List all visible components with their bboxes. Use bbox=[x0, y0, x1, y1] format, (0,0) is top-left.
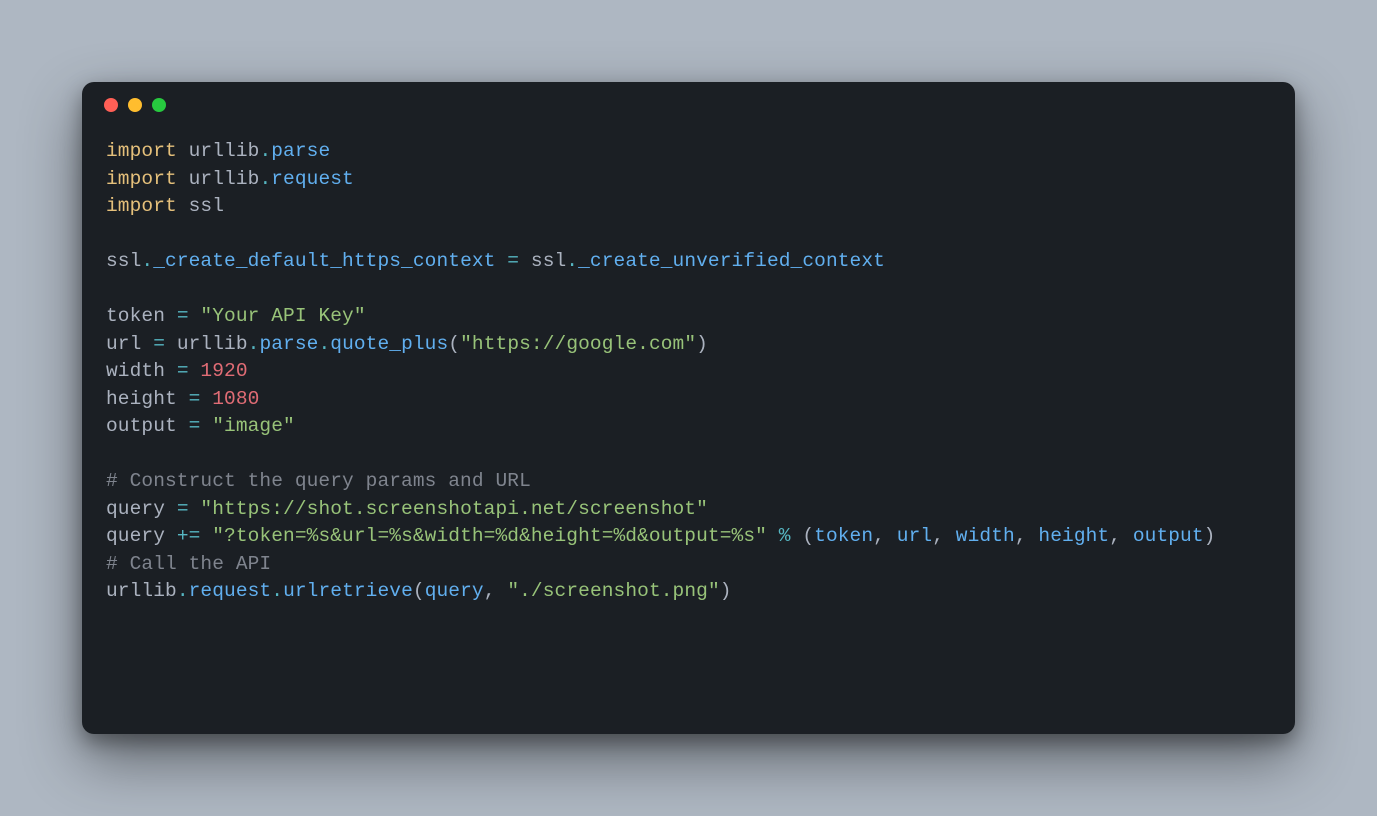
str-google-url: "https://google.com" bbox=[460, 333, 696, 355]
equals: = bbox=[165, 498, 200, 520]
id-query: query bbox=[106, 525, 165, 547]
dot: . bbox=[271, 580, 283, 602]
dot: . bbox=[259, 168, 271, 190]
num-1920: 1920 bbox=[200, 360, 247, 382]
module-ssl: ssl bbox=[189, 195, 224, 217]
plus-equals: += bbox=[165, 525, 212, 547]
code-line: query += "?token=%s&url=%s&width=%d&heig… bbox=[106, 525, 1215, 547]
code-line: import urllib.parse bbox=[106, 140, 330, 162]
code-line: import ssl bbox=[106, 195, 224, 217]
id-urllib: urllib bbox=[106, 580, 177, 602]
code-window: import urllib.parse import urllib.reques… bbox=[82, 82, 1295, 734]
rparen: ) bbox=[696, 333, 708, 355]
attr-request: request bbox=[189, 580, 272, 602]
str-image: "image" bbox=[212, 415, 295, 437]
keyword-import: import bbox=[106, 140, 177, 162]
dot: . bbox=[177, 580, 189, 602]
comma: , bbox=[484, 580, 508, 602]
code-line: height = 1080 bbox=[106, 388, 259, 410]
dot: . bbox=[248, 333, 260, 355]
rparen: ) bbox=[1204, 525, 1216, 547]
dot: . bbox=[566, 250, 578, 272]
equals: = bbox=[141, 333, 176, 355]
attr-create-default-https-context: _create_default_https_context bbox=[153, 250, 495, 272]
space bbox=[177, 168, 189, 190]
equals: = bbox=[165, 305, 200, 327]
comma: , bbox=[873, 525, 897, 547]
id-height: height bbox=[1038, 525, 1109, 547]
module-urllib: urllib bbox=[189, 168, 260, 190]
lparen: ( bbox=[413, 580, 425, 602]
equals: = bbox=[177, 388, 212, 410]
comma: , bbox=[1015, 525, 1039, 547]
id-ssl: ssl bbox=[106, 250, 141, 272]
dot: . bbox=[259, 140, 271, 162]
zoom-icon[interactable] bbox=[152, 98, 166, 112]
lparen: ( bbox=[802, 525, 814, 547]
code-line: ssl._create_default_https_context = ssl.… bbox=[106, 250, 885, 272]
id-width: width bbox=[956, 525, 1015, 547]
comment-call-api: # Call the API bbox=[106, 553, 271, 575]
percent: % bbox=[767, 525, 802, 547]
fn-urlretrieve: urlretrieve bbox=[283, 580, 413, 602]
space bbox=[177, 195, 189, 217]
id-urllib: urllib bbox=[177, 333, 248, 355]
attr-create-unverified-context: _create_unverified_context bbox=[578, 250, 885, 272]
id-width: width bbox=[106, 360, 165, 382]
code-line: output = "image" bbox=[106, 415, 295, 437]
id-query: query bbox=[106, 498, 165, 520]
code-line: width = 1920 bbox=[106, 360, 248, 382]
module-parse: parse bbox=[271, 140, 330, 162]
str-api-key: "Your API Key" bbox=[200, 305, 365, 327]
stage: import urllib.parse import urllib.reques… bbox=[0, 0, 1377, 816]
code-line: # Call the API bbox=[106, 553, 271, 575]
id-output: output bbox=[106, 415, 177, 437]
space bbox=[177, 140, 189, 162]
window-titlebar bbox=[82, 82, 1295, 128]
code-line: import urllib.request bbox=[106, 168, 354, 190]
code-line: query = "https://shot.screenshotapi.net/… bbox=[106, 498, 708, 520]
close-icon[interactable] bbox=[104, 98, 118, 112]
id-token: token bbox=[106, 305, 165, 327]
id-output: output bbox=[1133, 525, 1204, 547]
code-line: token = "Your API Key" bbox=[106, 305, 366, 327]
id-query: query bbox=[425, 580, 484, 602]
code-line: # Construct the query params and URL bbox=[106, 470, 531, 492]
str-output-file: "./screenshot.png" bbox=[507, 580, 719, 602]
id-url: url bbox=[106, 333, 141, 355]
str-query-url: "https://shot.screenshotapi.net/screensh… bbox=[200, 498, 707, 520]
num-1080: 1080 bbox=[212, 388, 259, 410]
id-url: url bbox=[897, 525, 932, 547]
equals: = bbox=[165, 360, 200, 382]
keyword-import: import bbox=[106, 168, 177, 190]
code-line: url = urllib.parse.quote_plus("https://g… bbox=[106, 333, 708, 355]
id-ssl: ssl bbox=[531, 250, 566, 272]
id-height: height bbox=[106, 388, 177, 410]
equals: = bbox=[177, 415, 212, 437]
fn-quote-plus: quote_plus bbox=[330, 333, 448, 355]
str-format: "?token=%s&url=%s&width=%d&height=%d&out… bbox=[212, 525, 767, 547]
minimize-icon[interactable] bbox=[128, 98, 142, 112]
dot: . bbox=[318, 333, 330, 355]
module-urllib: urllib bbox=[189, 140, 260, 162]
comment-construct: # Construct the query params and URL bbox=[106, 470, 531, 492]
code-block: import urllib.parse import urllib.reques… bbox=[82, 128, 1295, 630]
code-line: urllib.request.urlretrieve(query, "./scr… bbox=[106, 580, 732, 602]
keyword-import: import bbox=[106, 195, 177, 217]
comma: , bbox=[1109, 525, 1133, 547]
comma: , bbox=[932, 525, 956, 547]
dot: . bbox=[141, 250, 153, 272]
module-request: request bbox=[271, 168, 354, 190]
attr-parse: parse bbox=[259, 333, 318, 355]
id-token: token bbox=[814, 525, 873, 547]
rparen: ) bbox=[720, 580, 732, 602]
lparen: ( bbox=[448, 333, 460, 355]
equals: = bbox=[495, 250, 530, 272]
